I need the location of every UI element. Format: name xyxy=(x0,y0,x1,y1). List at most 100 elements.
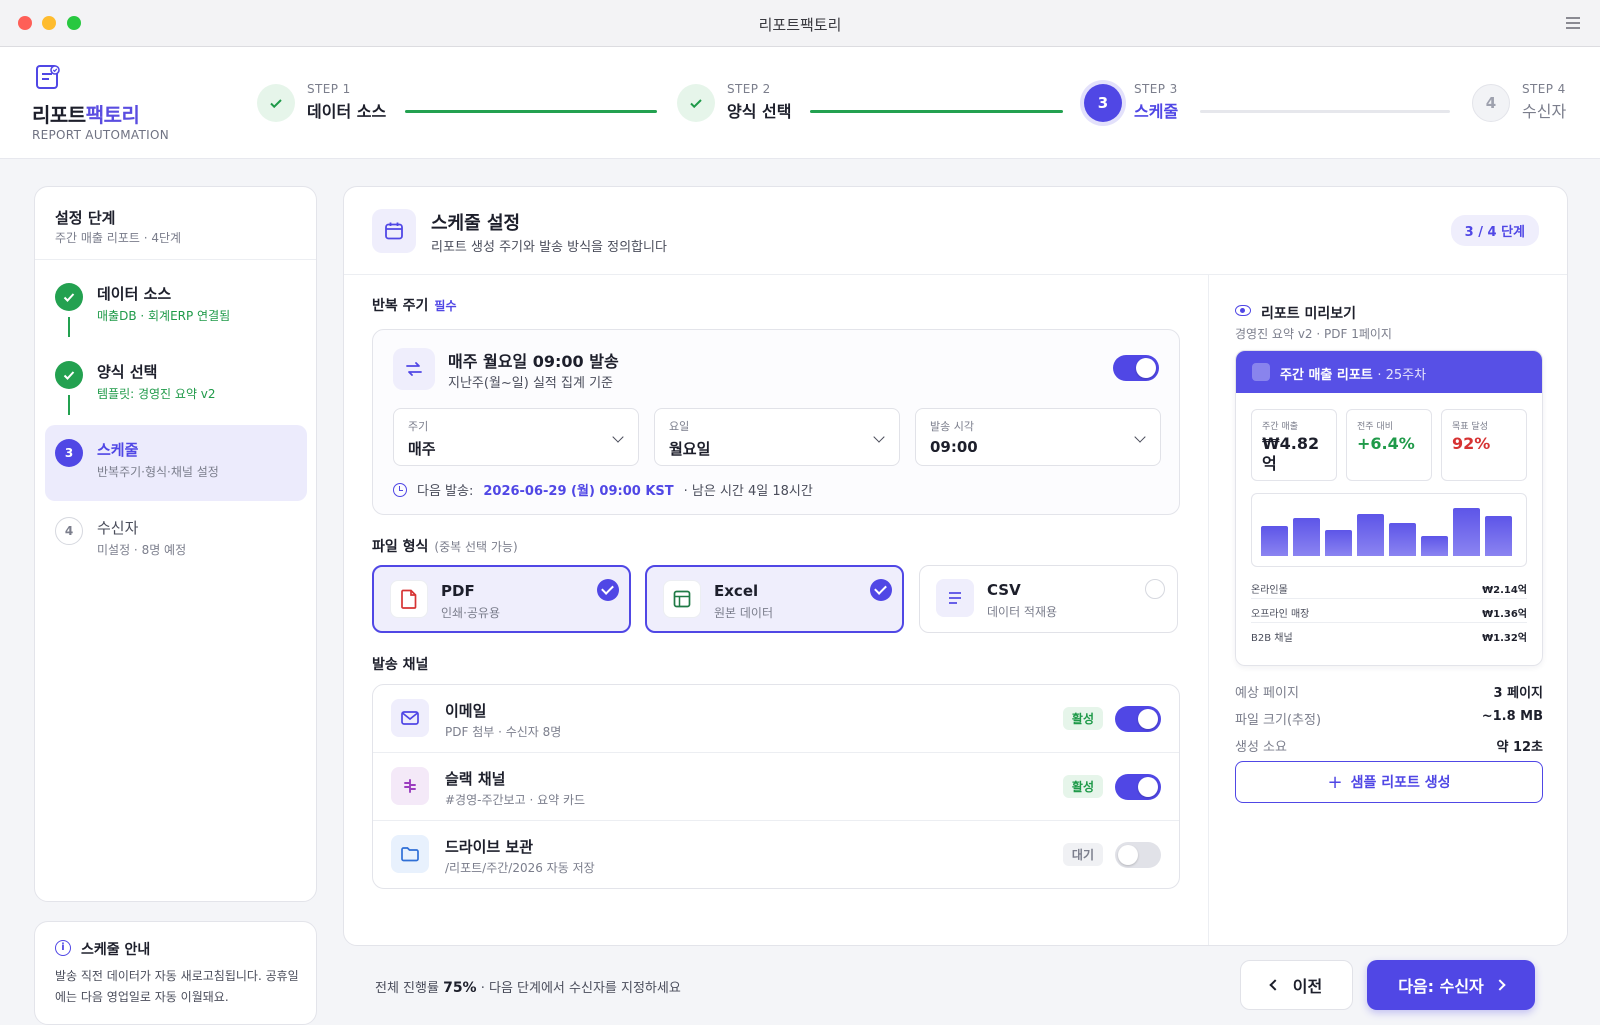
format-hint: (중복 선택 가능) xyxy=(434,540,518,554)
channel-section-label: 발송 채널 xyxy=(372,657,429,673)
sidebar-item-label: 스케줄 xyxy=(97,441,139,459)
app-header: 리포트팩토리 REPORT AUTOMATION STEP 1 데이터 소스 ST… xyxy=(0,47,1600,159)
chart-bar xyxy=(1261,526,1288,556)
chart-bar xyxy=(1421,536,1448,556)
step-index: 4 xyxy=(1472,84,1510,122)
preview-header-band: 주간 매출 리포트 · 25주차 xyxy=(1236,351,1542,393)
channel-row-email: 이메일 PDF 첨부 · 수신자 8명 활성 xyxy=(373,685,1179,753)
slack-icon xyxy=(391,767,429,805)
preview-bar-chart xyxy=(1251,493,1527,567)
schedule-settings-panel: 스케줄 설정 리포트 생성 주기와 발송 방식을 정의합니다 3 / 4 단계 … xyxy=(343,186,1568,946)
email-channel-toggle[interactable] xyxy=(1115,706,1161,732)
step-index: 4 xyxy=(55,517,83,545)
repeat-schedule-card: 매주 월요일 09:00 발송 지난주(월~일) 실적 집계 기준 주기 매주 … xyxy=(372,329,1180,515)
eye-icon xyxy=(1235,305,1251,316)
chart-bar xyxy=(1453,508,1480,556)
page-subtitle: 리포트 생성 주기와 발송 방식을 정의합니다 xyxy=(431,240,667,255)
step-progress-badge: 3 / 4 단계 xyxy=(1450,215,1539,246)
chart-bar xyxy=(1293,518,1320,556)
repeat-basis: 지난주(월~일) 실적 집계 기준 xyxy=(448,376,613,391)
step-connector xyxy=(68,317,70,337)
repeat-icon xyxy=(393,348,435,390)
setup-steps-sidebar: 설정 단계 주간 매출 리포트 · 4단계 데이터 소스 매출DB · 회계ER… xyxy=(34,186,317,902)
step-index: 3 xyxy=(55,439,83,467)
chart-bar xyxy=(1325,530,1352,556)
stepper-connector xyxy=(405,110,657,113)
generate-sample-button[interactable]: + 샘플 리포트 생성 xyxy=(1235,761,1543,803)
sidebar-item-label: 데이터 소스 xyxy=(97,285,172,303)
preview-row: 오프라인 매장 ₩1.36억 xyxy=(1251,599,1527,623)
preview-row: B2B 채널 ₩1.32억 xyxy=(1251,633,1527,644)
sidebar-item-desc: 미설정 · 8명 예정 xyxy=(97,543,187,557)
sidebar-item-desc: 템플릿: 경영진 요약 v2 xyxy=(97,387,216,401)
chart-bar xyxy=(1389,523,1416,556)
brand-name: 리포트팩토리 xyxy=(32,103,140,127)
chevron-left-icon xyxy=(1269,979,1281,991)
next-send-date: 2026-06-29 (월) 09:00 KST xyxy=(483,484,674,499)
info-text: 발송 직전 데이터가 자동 새로고침됩니다. 공휴일에는 다음 영업일로 자동 … xyxy=(55,969,299,1004)
pdf-file-icon xyxy=(390,580,428,618)
unchecked-icon xyxy=(1145,579,1165,599)
format-section-label: 파일 형식 (중복 선택 가능) xyxy=(372,539,518,555)
kpi-wow-change: 전주 대비 +6.4% xyxy=(1346,409,1432,481)
check-icon xyxy=(677,84,715,122)
brand-subtitle: REPORT AUTOMATION xyxy=(32,128,170,142)
sidebar-item-label: 양식 선택 xyxy=(97,363,158,381)
stepper-connector xyxy=(810,110,1063,113)
preview-row: 온라인몰 ₩2.14억 xyxy=(1251,575,1527,599)
checked-icon xyxy=(870,579,892,601)
clock-icon xyxy=(393,482,407,497)
report-logo-icon xyxy=(36,65,60,89)
folder-icon xyxy=(391,835,429,873)
sidebar-title: 설정 단계 xyxy=(55,209,116,227)
info-icon: i xyxy=(55,940,71,956)
delivery-channels: 이메일 PDF 첨부 · 수신자 8명 활성 슬랙 채널 #경영-주간보고 · … xyxy=(372,684,1180,889)
step-index: 3 xyxy=(1084,84,1122,122)
chevron-down-icon xyxy=(612,431,624,443)
status-badge: 대기 xyxy=(1062,843,1103,866)
chart-bar xyxy=(1485,516,1512,556)
kpi-target-achievement: 목표 달성 92% xyxy=(1441,409,1527,481)
format-option-csv[interactable]: CSV 데이터 적재용 xyxy=(919,565,1178,633)
drive-channel-toggle[interactable] xyxy=(1115,842,1161,868)
repeat-summary: 매주 월요일 09:00 발송 xyxy=(448,352,619,371)
spreadsheet-icon xyxy=(663,580,701,618)
send-time-select[interactable]: 발송 시각 09:00 xyxy=(915,408,1161,466)
kpi-weekly-sales: 주간 매출 ₩4.82억 xyxy=(1251,409,1337,481)
previous-button[interactable]: 이전 xyxy=(1240,960,1353,1010)
status-badge: 활성 xyxy=(1062,775,1103,798)
divider xyxy=(35,259,316,260)
page-title: 스케줄 설정 xyxy=(431,213,521,234)
repeat-section-label: 반복 주기 필수 xyxy=(372,298,457,314)
chart-bar xyxy=(1357,514,1384,556)
sidebar-subtitle: 주간 매출 리포트 · 4단계 xyxy=(55,231,182,245)
report-preview-card: 주간 매출 리포트 · 25주차 주간 매출 ₩4.82억 전주 대비 +6.4… xyxy=(1235,350,1543,666)
chevron-right-icon xyxy=(1494,979,1506,991)
step-connector xyxy=(68,395,70,415)
progress-summary: 전체 진행률 75% · 다음 단계에서 수신자를 지정하세요 xyxy=(375,980,681,996)
weekday-select[interactable]: 요일 월요일 xyxy=(654,408,900,466)
sidebar-item-data-source[interactable]: 데이터 소스 매출DB · 회계ERP 연결됨 xyxy=(45,269,307,345)
check-icon xyxy=(55,283,83,311)
report-logo-icon xyxy=(1252,363,1270,381)
slack-channel-toggle[interactable] xyxy=(1115,774,1161,800)
status-badge: 활성 xyxy=(1062,707,1103,730)
sidebar-item-desc: 매출DB · 회계ERP 연결됨 xyxy=(97,309,231,323)
sidebar-item-template[interactable]: 양식 선택 템플릿: 경영진 요약 v2 xyxy=(45,347,307,423)
window-title: 리포트팩토리 xyxy=(758,16,842,34)
schedule-info-card: i 스케줄 안내 발송 직전 데이터가 자동 새로고침됩니다. 공휴일에는 다음… xyxy=(34,921,317,1025)
sidebar-item-recipients[interactable]: 4 수신자 미설정 · 8명 예정 xyxy=(45,503,307,579)
panel-header: 스케줄 설정 리포트 생성 주기와 발송 방식을 정의합니다 3 / 4 단계 xyxy=(344,187,1567,275)
frequency-select[interactable]: 주기 매주 xyxy=(393,408,639,466)
format-option-excel[interactable]: Excel 원본 데이터 xyxy=(645,565,904,633)
next-button[interactable]: 다음: 수신자 xyxy=(1367,960,1535,1010)
sidebar-item-label: 수신자 xyxy=(97,519,139,537)
schedule-toggle[interactable] xyxy=(1113,355,1159,381)
required-tag: 필수 xyxy=(434,299,457,313)
sidebar-item-desc: 반복주기·형식·채널 설정 xyxy=(97,465,219,479)
hamburger-menu-icon[interactable] xyxy=(1566,17,1580,29)
format-option-pdf[interactable]: PDF 인쇄·공유용 xyxy=(372,565,631,633)
mail-icon xyxy=(391,699,429,737)
report-preview-pane: 리포트 미리보기 경영진 요약 v2 · PDF 1페이지 주간 매출 리포트 … xyxy=(1208,275,1567,945)
sidebar-item-schedule[interactable]: 3 스케줄 반복주기·형식·채널 설정 xyxy=(45,425,307,501)
